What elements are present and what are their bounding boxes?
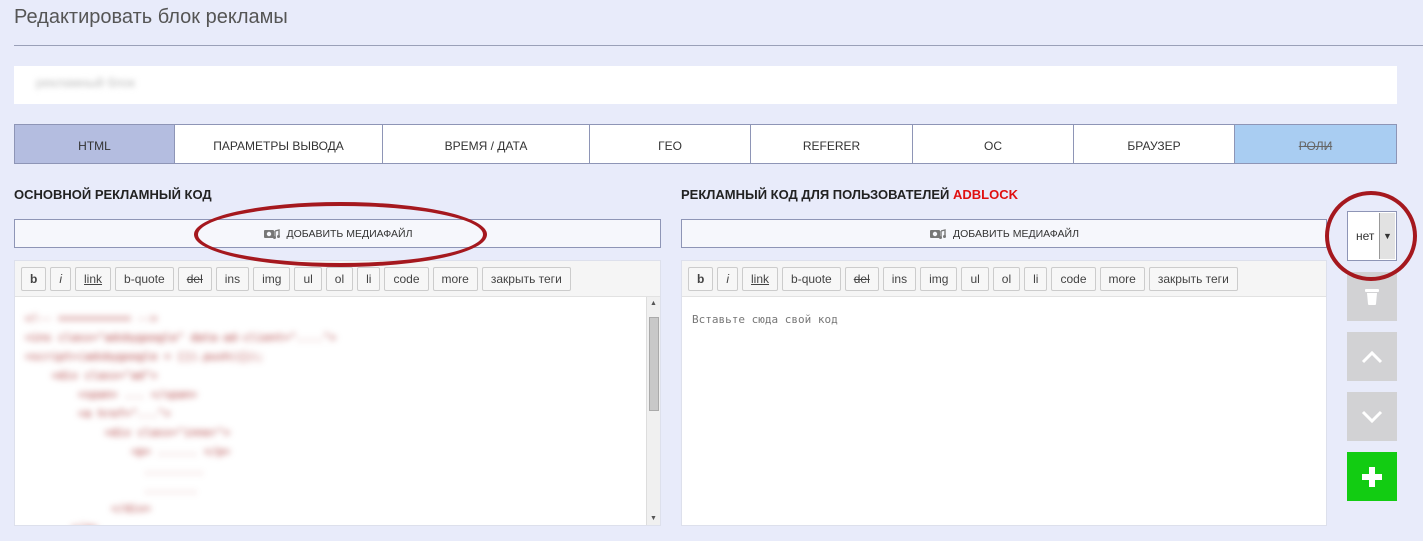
main-quicktags-toolbar: b i link b-quote del ins img ul ol li code more закр… [15,261,660,297]
adblock-code-label: РЕКЛАМНЫЙ КОД ДЛЯ ПОЛЬЗОВАТЕЛЕЙ ADBLOCK [681,187,1018,202]
block-name-value: рекламный блок [36,75,135,90]
tab-browser[interactable]: БРАУЗЕР [1074,125,1235,163]
quicktag-link-button[interactable]: link [742,266,779,291]
media-icon [263,228,280,239]
scroll-thumb[interactable] [649,317,659,411]
quicktag-link-button[interactable]: link [75,266,112,291]
quicktag-i-button[interactable]: i [717,266,739,291]
quicktag-code-button[interactable]: code [1051,266,1096,291]
quicktag-b-button[interactable]: b [21,266,47,291]
adblock-select[interactable]: нет ▼ [1347,211,1397,261]
trash-icon [1365,288,1379,305]
adblock-quicktags-toolbar: b i link b-quote del ins img ul ol li code more закр… [682,261,1326,297]
scroll-down-icon[interactable]: ▼ [650,515,657,522]
tab-geo[interactable]: ГЕО [590,125,751,163]
tab-os[interactable]: ОС [913,125,1074,163]
tab-roles[interactable]: РОЛИ [1235,125,1396,163]
adblock-add-media-button[interactable]: ДОБАВИТЬ МЕДИАФАЙЛ [681,219,1327,248]
main-code-label: ОСНОВНОЙ РЕКЛАМНЫЙ КОД [14,187,212,202]
main-add-media-button[interactable]: ДОБАВИТЬ МЕДИАФАЙЛ [14,219,661,248]
quicktag-ol-button[interactable]: ol [992,266,1021,291]
adblock-code-placeholder: Вставьте сюда свой код [692,313,838,326]
quicktag-закрыть-теги-button[interactable]: закрыть теги [481,266,571,291]
adblock-label-highlight: ADBLOCK [952,187,1018,202]
quicktag-b-quote-button[interactable]: b-quote [782,266,841,291]
quicktag-ol-button[interactable]: ol [325,266,354,291]
media-icon [930,228,946,239]
quicktag-more-button[interactable]: more [1099,266,1145,291]
adblock-code-textarea[interactable]: Вставьте сюда свой код [682,297,1326,525]
scroll-up-icon[interactable]: ▲ [650,300,657,307]
quicktag-del-button[interactable]: del [177,266,212,291]
main-code-editor: b i link b-quote del ins img ul ol li code more закр… [14,260,661,526]
tab-time-date[interactable]: ВРЕМЯ / ДАТА [383,125,590,163]
tab-output-params[interactable]: ПАРАМЕТРЫ ВЫВОДА [175,125,383,163]
quicktag-img-button[interactable]: img [253,266,291,291]
quicktag-i-button[interactable]: i [50,266,72,291]
delete-button[interactable] [1347,272,1397,321]
quicktag-del-button[interactable]: del [844,266,879,291]
chevron-down-icon [1361,410,1383,423]
quicktag-more-button[interactable]: more [432,266,478,291]
quicktag-code-button[interactable]: code [384,266,429,291]
move-down-button[interactable] [1347,392,1397,441]
blurred-code-content: <!-- =========== --> <ins class="adsbygo… [25,312,337,525]
plus-icon [1362,466,1382,487]
adblock-add-media-label: ДОБАВИТЬ МЕДИАФАЙЛ [953,227,1079,240]
quicktag-ins-button[interactable]: ins [882,266,917,291]
quicktag-ul-button[interactable]: ul [294,266,322,291]
main-editor-scrollbar[interactable]: ▲ ▼ [646,297,660,525]
tab-html[interactable]: HTML [15,125,175,163]
main-add-media-label: ДОБАВИТЬ МЕДИАФАЙЛ [286,227,413,240]
adblock-code-editor: b i link b-quote del ins img ul ol li code more закр… [681,260,1327,526]
add-block-button[interactable] [1347,452,1397,501]
quicktag-img-button[interactable]: img [920,266,958,291]
quicktag-ul-button[interactable]: ul [961,266,989,291]
page-title: Редактировать блок рекламы [14,6,288,28]
block-name-field[interactable]: рекламный блок [14,66,1397,104]
title-divider [14,45,1423,46]
settings-tabs: HTML ПАРАМЕТРЫ ВЫВОДА ВРЕМЯ / ДАТА ГЕО R… [14,124,1397,164]
adblock-select-value: нет [1356,229,1375,243]
quicktag-ins-button[interactable]: ins [215,266,250,291]
quicktag-li-button[interactable]: li [1024,266,1048,291]
select-arrow-icon[interactable]: ▼ [1379,213,1395,259]
quicktag-li-button[interactable]: li [357,266,381,291]
adblock-label-prefix: РЕКЛАМНЫЙ КОД ДЛЯ ПОЛЬЗОВАТЕЛЕЙ [681,187,953,202]
main-code-textarea[interactable]: <!-- =========== --> <ins class="adsbygo… [15,297,660,525]
quicktag-закрыть-теги-button[interactable]: закрыть теги [1148,266,1238,291]
quicktag-b-button[interactable]: b [688,266,714,291]
chevron-up-icon [1361,350,1383,363]
quicktag-b-quote-button[interactable]: b-quote [115,266,174,291]
move-up-button[interactable] [1347,332,1397,381]
tab-referer[interactable]: REFERER [751,125,913,163]
